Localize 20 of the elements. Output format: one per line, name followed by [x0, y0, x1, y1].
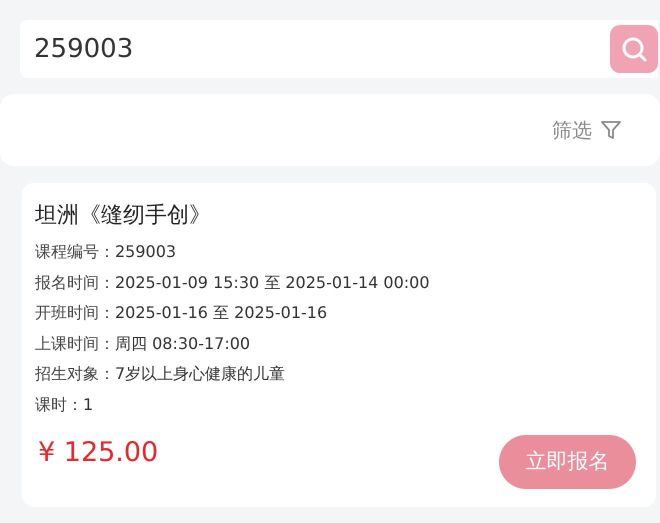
filter-icon: [600, 119, 622, 141]
field-label: 课程编号：: [35, 241, 115, 263]
enroll-button[interactable]: 立即报名: [499, 435, 636, 489]
field-label: 招生对象：: [35, 363, 115, 385]
search-field[interactable]: 259003: [20, 20, 658, 78]
field-label: 上课时间：: [35, 332, 115, 354]
price: ¥ 125.00: [38, 436, 158, 470]
field-value: 2025-01-09 15:30 至 2025-01-14 00:00: [115, 272, 430, 294]
filter-button[interactable]: 筛选: [552, 115, 622, 145]
field-value: 7岁以上身心健康的儿童: [115, 363, 286, 385]
field-value: 周四 08:30-17:00: [115, 332, 250, 354]
field-label: 报名时间：: [35, 272, 115, 294]
field-label: 课时：: [35, 394, 83, 416]
field-value: 259003: [115, 241, 176, 263]
search-icon: [620, 35, 648, 63]
course-title: 坦洲《缝纫手创》: [35, 202, 212, 230]
field-label: 开班时间：: [35, 302, 115, 324]
field-value: 1: [83, 394, 94, 416]
field-value: 2025-01-16 至 2025-01-16: [115, 302, 328, 324]
search-button[interactable]: [610, 25, 658, 73]
